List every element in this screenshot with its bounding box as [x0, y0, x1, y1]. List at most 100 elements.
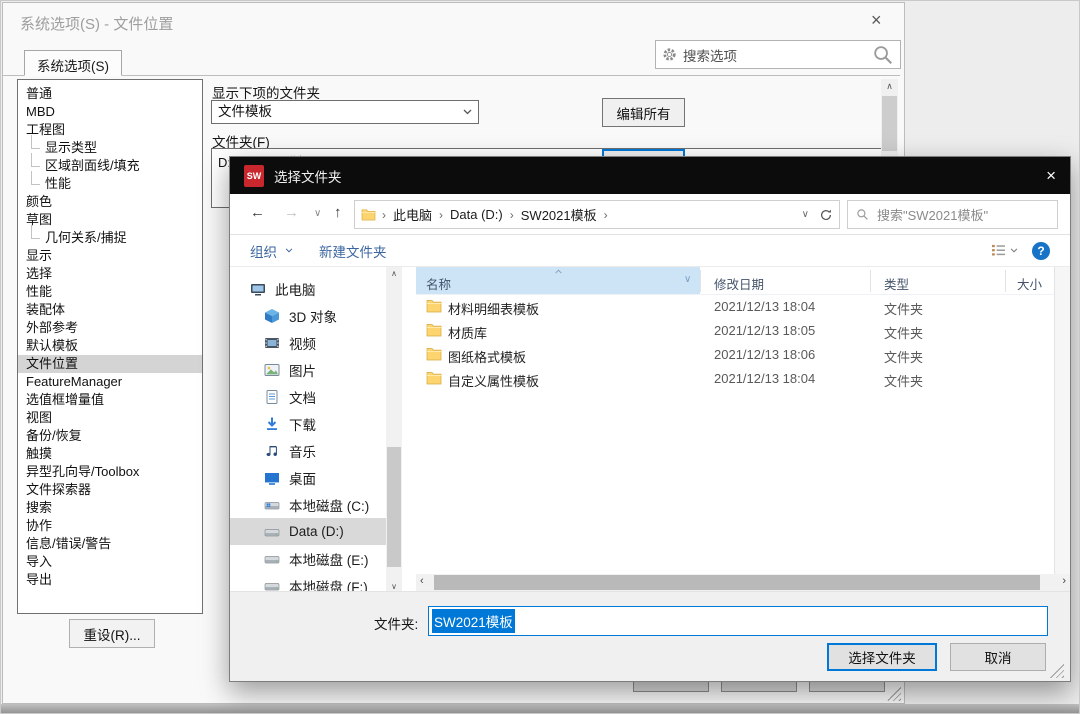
- header-date[interactable]: 修改日期: [714, 274, 764, 293]
- organize-button[interactable]: 组织: [250, 241, 277, 261]
- file-row[interactable]: 材料明细表模板2021/12/13 18:04文件夹: [416, 295, 1054, 319]
- scrollbar-thumb[interactable]: [882, 96, 897, 151]
- select-folder-dialog: SW 选择文件夹 × ← → ∨ ↑ ›此电脑›Data (D:)›SW2021…: [229, 156, 1071, 682]
- music-icon: [264, 443, 280, 459]
- options-list-item[interactable]: 视图: [18, 409, 202, 427]
- tab-system-options[interactable]: 系统选项(S): [24, 50, 122, 76]
- header-size[interactable]: 大小: [1017, 274, 1042, 293]
- address-bar[interactable]: ›此电脑›Data (D:)›SW2021模板› ∨: [354, 200, 840, 229]
- options-list-item[interactable]: 颜色: [18, 193, 202, 211]
- view-mode-button[interactable]: [991, 244, 1018, 257]
- options-list-item[interactable]: 导出: [18, 571, 202, 589]
- places-item[interactable]: 视频: [230, 329, 386, 356]
- scrollbar-thumb[interactable]: [387, 447, 401, 567]
- places-item[interactable]: 本地磁盘 (E:): [230, 545, 386, 572]
- new-folder-button[interactable]: 新建文件夹: [319, 241, 387, 261]
- places-item[interactable]: 本地磁盘 (F:): [230, 572, 386, 593]
- options-list-item[interactable]: 外部参考: [18, 319, 202, 337]
- file-name[interactable]: 材质库: [448, 323, 487, 342]
- places-item[interactable]: 下载: [230, 410, 386, 437]
- forward-icon[interactable]: →: [284, 204, 299, 221]
- options-list-item[interactable]: 显示: [18, 247, 202, 265]
- header-type[interactable]: 类型: [884, 274, 909, 293]
- file-list: 名称 ∨ 修改日期 类型 大小 材料明细表模板2021/12/13 18:04文…: [416, 267, 1054, 574]
- options-list-item[interactable]: MBD: [18, 103, 202, 121]
- dialog-titlebar[interactable]: SW 选择文件夹 ×: [230, 157, 1070, 194]
- folder-name-input[interactable]: SW2021模板: [428, 606, 1048, 636]
- places-item[interactable]: 此电脑: [230, 275, 386, 302]
- select-folder-button[interactable]: 选择文件夹: [827, 643, 937, 671]
- options-list-item[interactable]: 性能: [18, 175, 202, 193]
- places-item[interactable]: 本地磁盘 (C:): [230, 491, 386, 518]
- file-name[interactable]: 材料明细表模板: [448, 299, 539, 318]
- options-list-item[interactable]: 触摸: [18, 445, 202, 463]
- options-list-item[interactable]: 协作: [18, 517, 202, 535]
- options-list-item[interactable]: FeatureManager: [18, 373, 202, 391]
- resize-grip[interactable]: [1050, 664, 1064, 678]
- breadcrumb-item[interactable]: SW2021模板: [521, 205, 597, 224]
- options-list-item[interactable]: 异型孔向导/Toolbox: [18, 463, 202, 481]
- file-list-scrollbar[interactable]: [1054, 267, 1070, 574]
- places-item[interactable]: 文档: [230, 383, 386, 410]
- help-button[interactable]: ?: [1032, 242, 1050, 260]
- options-list-item[interactable]: 普通: [18, 85, 202, 103]
- options-search-box[interactable]: 搜索选项: [655, 40, 901, 69]
- up-icon[interactable]: ↑: [334, 204, 342, 221]
- options-list-item[interactable]: 导入: [18, 553, 202, 571]
- places-item[interactable]: 桌面: [230, 464, 386, 491]
- options-list-item[interactable]: 文件探索器: [18, 481, 202, 499]
- places-item-label: 图片: [289, 360, 316, 380]
- crumb-separator-icon: ›: [382, 208, 386, 222]
- scroll-down-icon[interactable]: ∨: [386, 582, 402, 591]
- places-item[interactable]: Data (D:): [230, 518, 386, 545]
- places-item[interactable]: 3D 对象: [230, 302, 386, 329]
- file-row[interactable]: 自定义属性模板2021/12/13 18:04文件夹: [416, 367, 1054, 391]
- history-chevron-icon[interactable]: ∨: [314, 208, 321, 219]
- resize-grip[interactable]: [887, 687, 901, 701]
- scroll-up-icon[interactable]: ∧: [881, 81, 898, 92]
- scroll-up-icon[interactable]: ∧: [386, 269, 402, 278]
- file-row[interactable]: 材质库2021/12/13 18:05文件夹: [416, 319, 1054, 343]
- breadcrumb-item[interactable]: 此电脑: [393, 205, 432, 224]
- options-list-item[interactable]: 搜索: [18, 499, 202, 517]
- options-list-item[interactable]: 信息/错误/警告: [18, 535, 202, 553]
- places-scrollbar[interactable]: ∧ ∨: [386, 267, 402, 593]
- options-list-item[interactable]: 默认模板: [18, 337, 202, 355]
- cancel-button[interactable]: 取消: [950, 643, 1046, 671]
- places-item[interactable]: 音乐: [230, 437, 386, 464]
- folder-icon: [361, 208, 376, 221]
- options-list-item[interactable]: 选值框增量值: [18, 391, 202, 409]
- file-name[interactable]: 图纸格式模板: [448, 347, 526, 366]
- options-list-item[interactable]: 文件位置: [18, 355, 202, 373]
- options-list-item[interactable]: 显示类型: [18, 139, 202, 157]
- options-list-item[interactable]: 备份/恢复: [18, 427, 202, 445]
- refresh-icon[interactable]: [819, 208, 833, 222]
- selected-input-text: SW2021模板: [432, 609, 515, 633]
- header-name[interactable]: 名称: [426, 274, 451, 293]
- options-list-item[interactable]: 装配体: [18, 301, 202, 319]
- options-list-item[interactable]: 性能: [18, 283, 202, 301]
- file-name[interactable]: 自定义属性模板: [448, 371, 539, 390]
- scrollbar-thumb[interactable]: [434, 575, 1040, 590]
- options-list-item[interactable]: 草图: [18, 211, 202, 229]
- options-list-item[interactable]: 几何关系/捕捉: [18, 229, 202, 247]
- horizontal-scrollbar[interactable]: ‹ ›: [416, 574, 1070, 591]
- options-list-item[interactable]: 区域剖面线/填充: [18, 157, 202, 175]
- close-icon[interactable]: ×: [1046, 166, 1056, 186]
- reset-button[interactable]: 重设(R)...: [69, 619, 155, 648]
- scroll-right-icon[interactable]: ›: [1062, 575, 1066, 587]
- close-icon[interactable]: ×: [871, 10, 882, 31]
- places-item[interactable]: 图片: [230, 356, 386, 383]
- options-list-item[interactable]: 工程图: [18, 121, 202, 139]
- breadcrumb-item[interactable]: Data (D:): [450, 207, 503, 222]
- file-row[interactable]: 图纸格式模板2021/12/13 18:06文件夹: [416, 343, 1054, 367]
- scroll-left-icon[interactable]: ‹: [420, 575, 424, 587]
- pc-icon: [250, 281, 266, 297]
- filter-chevron-icon[interactable]: ∨: [684, 274, 691, 285]
- folder-type-dropdown[interactable]: 文件模板: [211, 100, 479, 124]
- options-list-item[interactable]: 选择: [18, 265, 202, 283]
- address-chevron-icon[interactable]: ∨: [802, 209, 809, 220]
- back-icon[interactable]: ←: [250, 204, 265, 221]
- edit-all-button[interactable]: 编辑所有: [602, 98, 685, 127]
- explorer-search-box[interactable]: 搜索"SW2021模板": [847, 200, 1058, 229]
